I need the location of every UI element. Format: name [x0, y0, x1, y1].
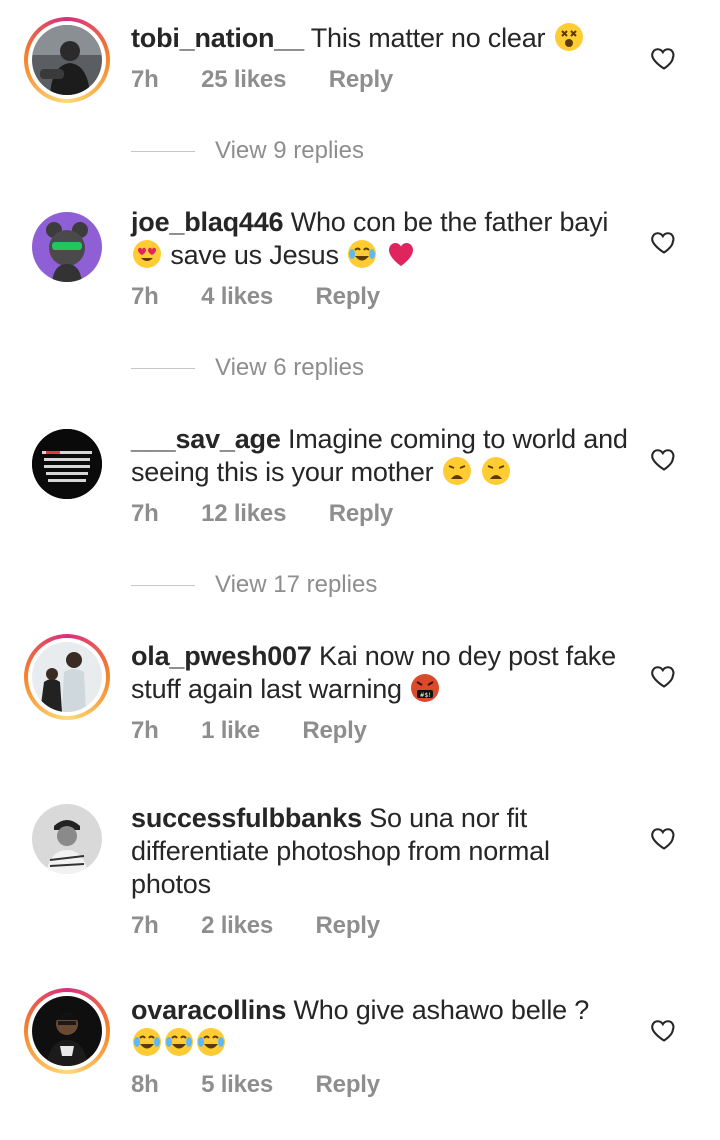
- comment-username[interactable]: successfulbbanks: [131, 803, 362, 833]
- heart-outline-icon[interactable]: [650, 662, 678, 690]
- view-replies-label: View 17 replies: [215, 571, 378, 598]
- avatar[interactable]: [24, 421, 110, 507]
- avatar-image: [32, 212, 102, 282]
- comment-meta: 7h 2 likes Reply: [131, 911, 636, 941]
- divider-line: [131, 367, 195, 369]
- comment-meta: 7h 12 likes Reply: [131, 499, 636, 529]
- comment-username[interactable]: ola_pwesh007: [131, 641, 312, 671]
- heart-outline-icon[interactable]: [650, 44, 678, 72]
- comment-text: This matter no clear: [310, 23, 546, 53]
- comment-likes[interactable]: 25 likes: [201, 66, 286, 93]
- comment-meta: 7h 25 likes Reply: [131, 65, 636, 95]
- avatar-image: [32, 25, 102, 95]
- reply-button[interactable]: Reply: [302, 717, 367, 744]
- view-replies-label: View 9 replies: [215, 137, 364, 164]
- avatar[interactable]: [24, 17, 110, 103]
- comment-time: 7h: [131, 912, 159, 939]
- avatar[interactable]: [24, 796, 110, 882]
- dizzy-face-emoji: [554, 23, 583, 51]
- weary-face-emoji: [442, 457, 471, 485]
- comment-content: joe_blaq446 Who con be the father bayi s…: [131, 206, 636, 312]
- comment-content: ola_pwesh007 Kai now no dey post fake st…: [131, 640, 636, 746]
- comment-content: ovaracollins Who give ashawo belle ? 8h …: [131, 994, 636, 1100]
- comment-meta: 8h 5 likes Reply: [131, 1070, 636, 1100]
- divider-line: [131, 150, 195, 152]
- reply-button[interactable]: Reply: [329, 66, 394, 93]
- comment-content: successfulbbanks So una nor fit differen…: [131, 802, 636, 941]
- laughing-tears-emoji: [197, 1028, 225, 1056]
- view-replies-button[interactable]: View 6 replies: [131, 353, 364, 383]
- avatar-image: [32, 804, 102, 874]
- avatar-image: [32, 429, 102, 499]
- avatar-image: [32, 642, 102, 712]
- comment-username[interactable]: ___sav_age: [131, 424, 281, 454]
- view-replies-label: View 6 replies: [215, 354, 364, 381]
- comment-text-continued: save us Jesus: [170, 240, 339, 270]
- heart-outline-icon[interactable]: [650, 445, 678, 473]
- avatar-image: [32, 996, 102, 1066]
- comment-username[interactable]: joe_blaq446: [131, 207, 284, 237]
- red-heart-emoji: [389, 243, 414, 266]
- comment-text: Who con be the father bayi: [290, 207, 609, 237]
- heart-outline-icon[interactable]: [650, 1016, 678, 1044]
- comment-likes[interactable]: 1 like: [201, 717, 260, 744]
- heart-outline-icon[interactable]: [650, 824, 678, 852]
- comment-likes[interactable]: 2 likes: [201, 912, 273, 939]
- comment-content: ___sav_age Imagine coming to world and s…: [131, 423, 636, 529]
- comment-meta: 7h 1 like Reply: [131, 716, 636, 746]
- comment-time: 7h: [131, 66, 159, 93]
- comment-content: tobi_nation__ This matter no clear 7h 25…: [131, 22, 636, 95]
- divider-line: [131, 584, 195, 586]
- view-replies-button[interactable]: View 17 replies: [131, 570, 377, 600]
- comment-time: 7h: [131, 500, 159, 527]
- comment-time: 8h: [131, 1071, 159, 1098]
- heart-eyes-emoji: [133, 240, 161, 268]
- comment-username[interactable]: ovaracollins: [131, 995, 286, 1025]
- comment-likes[interactable]: 12 likes: [201, 500, 286, 527]
- laughing-tears-emoji: [133, 1028, 161, 1056]
- comment-text: Who give ashawo belle ?: [293, 995, 590, 1025]
- comment-likes[interactable]: 4 likes: [201, 283, 273, 310]
- weary-face-emoji: [482, 457, 511, 485]
- cursing-face-emoji: #$!: [411, 674, 440, 702]
- avatar[interactable]: [24, 634, 110, 720]
- laughing-tears-emoji: [165, 1028, 193, 1056]
- avatar[interactable]: [24, 204, 110, 290]
- reply-button[interactable]: Reply: [316, 912, 381, 939]
- comment-time: 7h: [131, 717, 159, 744]
- comment-username[interactable]: tobi_nation__: [131, 23, 304, 53]
- comments-list: tobi_nation__ This matter no clear 7h 25…: [0, 0, 720, 1140]
- comment-time: 7h: [131, 283, 159, 310]
- heart-outline-icon[interactable]: [650, 228, 678, 256]
- comment-meta: 7h 4 likes Reply: [131, 282, 636, 312]
- view-replies-button[interactable]: View 9 replies: [131, 136, 364, 166]
- reply-button[interactable]: Reply: [316, 283, 381, 310]
- comment-likes[interactable]: 5 likes: [201, 1071, 273, 1098]
- reply-button[interactable]: Reply: [316, 1071, 381, 1098]
- svg-text:#$!: #$!: [420, 692, 431, 699]
- avatar[interactable]: [24, 988, 110, 1074]
- reply-button[interactable]: Reply: [329, 500, 394, 527]
- laughing-tears-emoji: [348, 240, 377, 268]
